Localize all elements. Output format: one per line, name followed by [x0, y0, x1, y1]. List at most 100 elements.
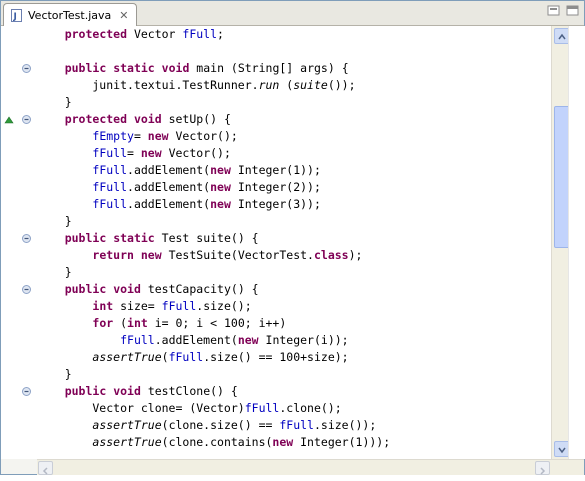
scroll-right-button[interactable]: [535, 461, 550, 475]
code-line[interactable]: fFull.addElement(new Integer(1));: [37, 162, 321, 179]
code-token: }: [37, 95, 72, 109]
code-line[interactable]: public void testCapacity() {: [37, 281, 259, 298]
code-token: assertTrue: [92, 435, 162, 449]
fold-collapse-icon[interactable]: [22, 285, 31, 294]
code-token: (: [279, 78, 294, 92]
code-line[interactable]: fFull.addElement(new Integer(2));: [37, 179, 321, 196]
code-token: (: [113, 316, 128, 330]
code-line[interactable]: int size= fFull.size();: [37, 298, 251, 315]
code-token: Vector();: [168, 129, 238, 143]
scroll-left-button[interactable]: [38, 461, 53, 475]
code-token: }: [37, 367, 72, 381]
code-token: new: [140, 248, 162, 262]
minimize-icon[interactable]: [546, 4, 562, 18]
fold-collapse-icon[interactable]: [22, 387, 31, 396]
code-line[interactable]: public static void main (String[] args) …: [37, 60, 349, 77]
code-token: new: [210, 197, 231, 211]
code-line[interactable]: protected Vector fFull;: [37, 26, 224, 43]
code-line[interactable]: public void testClone() {: [37, 383, 238, 400]
code-line[interactable]: fEmpty= new Vector();: [37, 128, 238, 145]
code-line[interactable]: return new TestSuite(VectorTest.class);: [37, 247, 362, 264]
code-token: ());: [327, 78, 356, 92]
tab-vectortest-java[interactable]: J VectorTest.java ✕: [3, 3, 138, 26]
fold-collapse-icon[interactable]: [22, 64, 31, 73]
code-token: .addElement(: [127, 180, 211, 194]
code-token: Test suite() {: [154, 231, 259, 245]
code-token: size=: [113, 299, 162, 313]
code-token: new: [272, 435, 294, 449]
code-token: main (String[] args) {: [189, 61, 349, 75]
code-line[interactable]: }: [37, 94, 72, 111]
vertical-scrollbar[interactable]: [551, 26, 570, 459]
code-area[interactable]: protected Vector fFull; public static vo…: [37, 26, 551, 459]
code-line[interactable]: }: [37, 366, 72, 383]
tab-label: VectorTest.java: [28, 8, 112, 22]
code-token: public: [64, 384, 107, 398]
code-token: (: [161, 350, 169, 364]
close-icon[interactable]: ✕: [119, 9, 128, 22]
editor-window: J VectorTest.java ✕ protected Vector fFu…: [0, 0, 585, 475]
code-line[interactable]: assertTrue(fFull.size() == 100+size);: [37, 349, 348, 366]
code-token: for: [92, 316, 114, 330]
code-token: Integer(1));: [230, 163, 321, 177]
horizontal-scrollbar[interactable]: [37, 459, 551, 475]
code-line[interactable]: }: [37, 264, 72, 281]
code-line[interactable]: fFull= new Vector();: [37, 145, 231, 162]
code-token: protected: [64, 112, 128, 126]
code-token: run: [258, 78, 280, 92]
code-token: fFull: [92, 197, 128, 211]
code-line[interactable]: Vector clone= (Vector)fFull.clone();: [37, 400, 341, 417]
code-token: .addElement(: [127, 163, 211, 177]
override-indicator-icon[interactable]: [4, 116, 14, 124]
code-editor[interactable]: protected Vector fFull; public static vo…: [1, 26, 584, 459]
code-token: void: [133, 112, 162, 126]
code-token: void: [113, 282, 141, 296]
code-token: void: [113, 384, 141, 398]
code-line[interactable]: fFull.addElement(new Integer(3));: [37, 196, 321, 213]
code-token: ;: [217, 27, 224, 41]
code-token: .addElement(: [154, 333, 238, 347]
maximize-icon[interactable]: [565, 4, 581, 18]
code-line[interactable]: protected void setUp() {: [37, 111, 231, 128]
overview-ruler[interactable]: [568, 26, 585, 459]
chevron-up-icon: [558, 33, 566, 40]
code-token: new: [140, 146, 162, 160]
code-token: fFull: [182, 27, 218, 41]
code-token: i= 0; i < 100; i++): [147, 316, 287, 330]
code-line[interactable]: for (int i= 0; i < 100; i++): [37, 315, 286, 332]
code-token: Vector clone= (Vector): [37, 401, 245, 415]
code-line[interactable]: }: [37, 213, 72, 230]
code-token: }: [37, 214, 72, 228]
code-line[interactable]: assertTrue(clone.contains(new Integer(1)…: [37, 434, 390, 451]
code-token: fFull: [92, 180, 128, 194]
editor-tab-bar: J VectorTest.java ✕: [1, 1, 584, 26]
code-line[interactable]: junit.textui.TestRunner.run (suite());: [37, 77, 356, 94]
code-token: junit.textui.TestRunner.: [37, 78, 259, 92]
code-token: assertTrue: [92, 350, 162, 364]
code-line[interactable]: public static Test suite() {: [37, 230, 259, 247]
code-token: fFull: [244, 401, 280, 415]
code-token: public: [64, 61, 107, 75]
code-token: Integer(1)));: [293, 435, 391, 449]
fold-collapse-icon[interactable]: [22, 234, 31, 243]
code-token: fFull: [279, 418, 314, 432]
code-token: Vector();: [161, 146, 231, 160]
code-line[interactable]: fFull.addElement(new Integer(i));: [37, 332, 349, 349]
fold-collapse-icon[interactable]: [22, 115, 31, 124]
code-token: static: [113, 61, 155, 75]
code-line[interactable]: assertTrue(clone.size() == fFull.size())…: [37, 417, 376, 434]
code-token: void: [161, 61, 190, 75]
code-token: class: [313, 248, 349, 262]
